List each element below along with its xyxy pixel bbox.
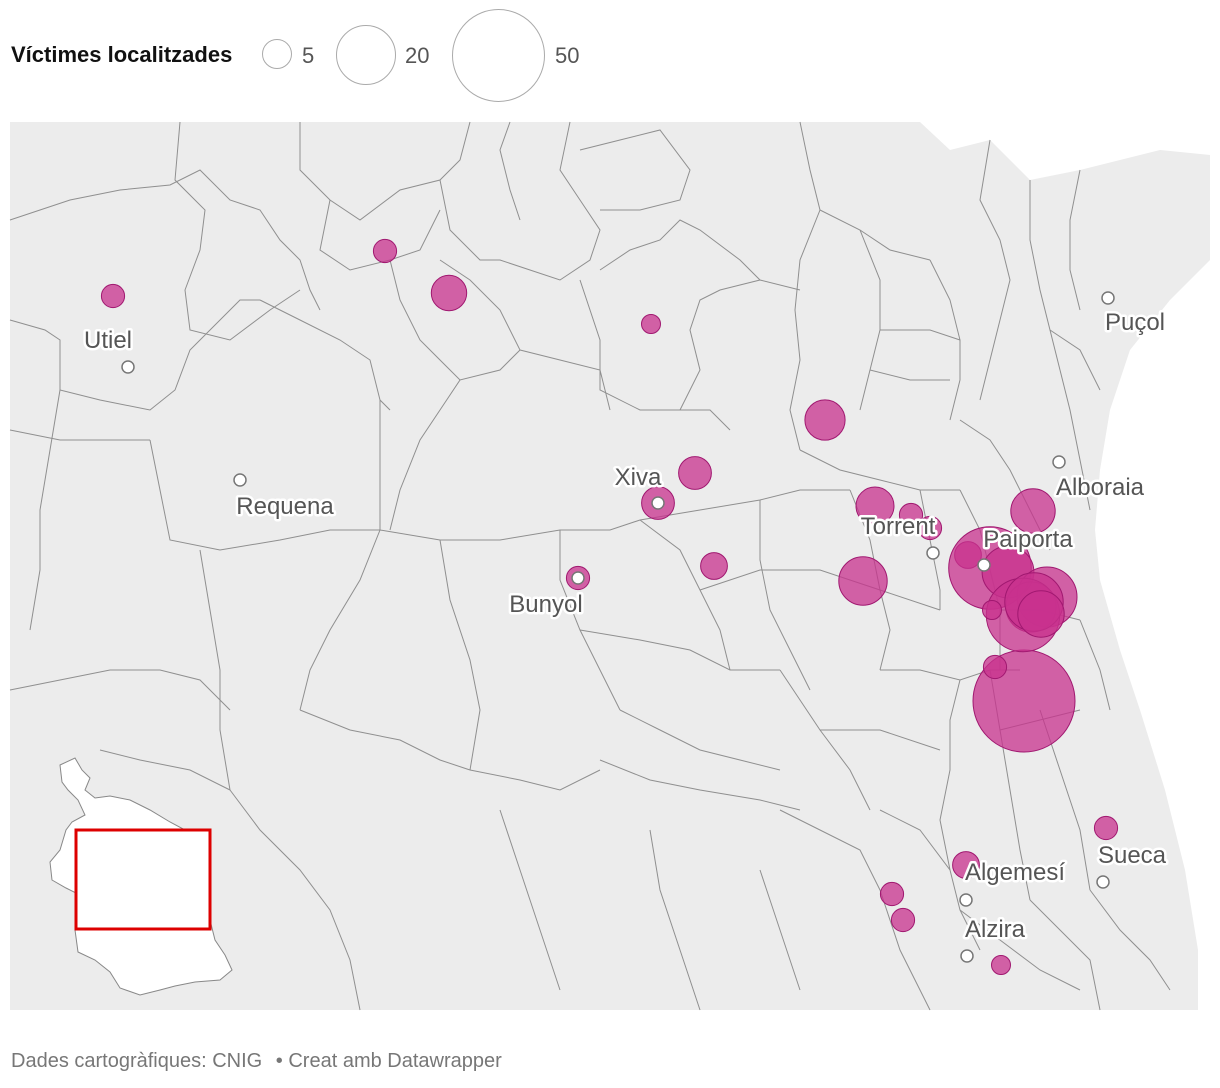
legend-circle-50 [452, 9, 545, 102]
city-label-utiel: Utiel [84, 327, 132, 354]
victim-bubble[interactable] [430, 274, 468, 312]
city-marker-paiporta [977, 558, 991, 572]
victim-bubble[interactable] [890, 907, 916, 933]
victim-bubble[interactable] [838, 556, 888, 606]
city-label-sueca: Sueca [1098, 842, 1167, 869]
victim-bubble[interactable] [991, 955, 1011, 975]
legend: Víctimes localitzades 5 20 50 [0, 0, 1220, 110]
victim-bubble[interactable] [372, 238, 398, 264]
victim-bubble[interactable] [678, 456, 712, 490]
legend-label-5: 5 [302, 43, 315, 68]
city-label-xiva: Xiva [615, 464, 662, 491]
city-label-requena: Requena [236, 493, 334, 520]
footer: Dades cartogràfiques: CNIG • Creat amb D… [11, 1050, 510, 1073]
city-marker-algemesi [959, 893, 973, 907]
city-marker-xiva [651, 496, 665, 510]
victim-bubble[interactable] [982, 654, 1008, 680]
legend-title: Víctimes localitzades [11, 42, 233, 67]
victim-bubble[interactable] [982, 600, 1002, 620]
victim-bubble[interactable] [641, 314, 661, 334]
map[interactable]: Utiel Requena Xiva Bunyol Torrent Paipor… [0, 110, 1220, 1020]
inset-highlight [74, 828, 212, 931]
city-label-torrent: Torrent [861, 513, 936, 540]
city-marker-alboraia [1052, 455, 1066, 469]
city-marker-bunyol [571, 571, 585, 585]
victim-bubble[interactable] [879, 881, 905, 907]
city-label-alboraia: Alboraia [1056, 474, 1145, 501]
city-marker-requena [233, 473, 247, 487]
city-marker-pucol [1101, 291, 1115, 305]
city-marker-alzira [960, 949, 974, 963]
city-label-alzira: Alzira [965, 916, 1026, 943]
city-label-pucol: Puçol [1105, 309, 1165, 336]
footer-source: Dades cartogràfiques: CNIG [11, 1050, 263, 1072]
victim-bubble[interactable] [1017, 590, 1065, 638]
city-marker-utiel [121, 360, 135, 374]
legend-circle-5 [262, 39, 292, 69]
city-marker-sueca [1096, 875, 1110, 889]
victim-bubble[interactable] [804, 399, 846, 441]
legend-circle-20 [336, 25, 396, 85]
victim-bubble[interactable] [100, 283, 126, 309]
victim-bubble[interactable] [1093, 815, 1119, 841]
city-label-bunyol: Bunyol [509, 591, 582, 618]
city-marker-torrent [926, 546, 940, 560]
victim-bubble[interactable] [700, 552, 728, 580]
legend-label-20: 20 [405, 43, 430, 68]
legend-label-50: 50 [555, 43, 580, 68]
city-label-paiporta: Paiporta [983, 526, 1073, 553]
map-svg[interactable]: Utiel Requena Xiva Bunyol Torrent Paipor… [0, 110, 1220, 1020]
footer-credit: • Creat amb Datawrapper [275, 1050, 502, 1072]
city-label-algemesi: Algemesí [965, 859, 1065, 886]
